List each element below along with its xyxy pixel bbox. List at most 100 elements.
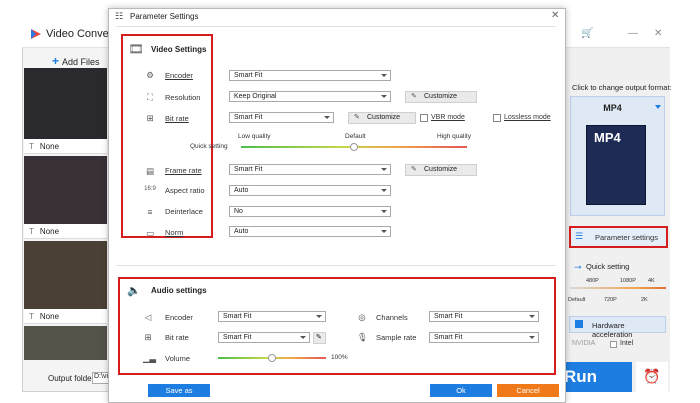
frame-rate-icon: ▤ bbox=[145, 166, 155, 176]
output-format-label: MP4 bbox=[603, 103, 622, 113]
pencil-icon: ✎ bbox=[411, 166, 417, 173]
minimize-icon[interactable]: — bbox=[628, 28, 638, 39]
parameter-settings-label: Parameter settings bbox=[595, 233, 658, 242]
resolution-customize-button[interactable]: ✎ Customize bbox=[405, 91, 477, 103]
microphone-icon: 🎙 bbox=[357, 332, 368, 342]
quick-tick-1080p: 1080P bbox=[620, 278, 636, 284]
aspect-ratio-select[interactable]: Auto bbox=[229, 185, 391, 196]
sliders-icon: ☰ bbox=[575, 231, 584, 241]
section-divider bbox=[116, 265, 556, 266]
subtitle-none: None bbox=[39, 227, 60, 236]
video-thumbnail[interactable] bbox=[24, 241, 107, 309]
video-bitrate-select[interactable]: Smart Fit bbox=[229, 112, 334, 123]
customize-label: Customize bbox=[424, 166, 458, 173]
hardware-acceleration-checkbox[interactable] bbox=[575, 320, 583, 328]
lossless-mode-checkbox[interactable] bbox=[493, 114, 501, 122]
aspect-ratio-icon: 16:9 bbox=[144, 186, 156, 192]
lossless-mode-label[interactable]: Lossless mode bbox=[504, 114, 551, 121]
nvidia-option[interactable]: NVIDIA bbox=[572, 340, 595, 347]
channels-label: Channels bbox=[376, 313, 408, 322]
audio-bitrate-label: Bit rate bbox=[165, 333, 189, 342]
video-thumbnail[interactable] bbox=[24, 68, 107, 139]
list-item[interactable]: T None bbox=[24, 139, 107, 154]
close-icon[interactable]: ✕ bbox=[551, 10, 559, 21]
resolution-value: Keep Original bbox=[234, 93, 277, 100]
default-quality-label: Default bbox=[345, 133, 366, 140]
bitrate-customize-button[interactable]: ✎ Customize bbox=[348, 112, 416, 124]
hardware-acceleration-label: Hardware acceleration bbox=[592, 321, 633, 339]
video-encoder-label: Encoder bbox=[165, 71, 193, 80]
channels-icon: ◎ bbox=[358, 312, 366, 322]
quick-setting-slider[interactable] bbox=[570, 287, 666, 289]
audio-settings-title: Audio settings bbox=[151, 286, 207, 295]
cancel-button[interactable]: Cancel bbox=[497, 384, 559, 397]
quick-setting-icon: ⊸ bbox=[574, 262, 582, 272]
close-main-icon[interactable]: ✕ bbox=[654, 28, 662, 39]
sample-rate-value: Smart Fit bbox=[434, 334, 463, 341]
pencil-icon: ✎ bbox=[354, 114, 360, 121]
subtitle-none: None bbox=[39, 312, 60, 321]
quick-setting-label: Quick setting bbox=[190, 143, 228, 150]
subtitle-none: None bbox=[39, 142, 60, 151]
quick-setting-label: Quick setting bbox=[586, 262, 630, 271]
ok-button[interactable]: Ok bbox=[430, 384, 492, 397]
volume-label: Volume bbox=[165, 354, 191, 363]
vbr-mode-checkbox[interactable] bbox=[420, 114, 428, 122]
audio-bitrate-select[interactable]: Smart Fit bbox=[218, 332, 310, 343]
deinterlace-value: No bbox=[234, 208, 243, 215]
audio-bitrate-edit-button[interactable]: ✎ bbox=[313, 332, 326, 344]
list-item[interactable]: T None bbox=[24, 224, 107, 239]
audio-bitrate-value: Smart Fit bbox=[223, 334, 252, 341]
vbr-mode-label[interactable]: VBR mode bbox=[431, 114, 465, 121]
add-files-label: Add Files bbox=[62, 57, 100, 67]
text-icon: T bbox=[29, 227, 34, 236]
video-thumbnail[interactable] bbox=[24, 326, 107, 360]
norm-icon: ▭ bbox=[145, 228, 155, 238]
sample-rate-select[interactable]: Smart Fit bbox=[429, 332, 539, 343]
add-files-button[interactable]: + Add Files bbox=[52, 54, 100, 68]
aspect-ratio-value: Auto bbox=[234, 187, 249, 194]
hardware-acceleration-toggle[interactable]: Hardware acceleration bbox=[569, 316, 666, 339]
volume-slider-knob[interactable] bbox=[268, 354, 276, 362]
deinterlace-icon: ≡ bbox=[147, 207, 153, 217]
channels-value: Smart Fit bbox=[434, 313, 463, 320]
cart-icon[interactable]: 🛒 bbox=[581, 28, 593, 39]
deinterlace-select[interactable]: No bbox=[229, 206, 391, 217]
resolution-label: Resolution bbox=[165, 93, 201, 102]
video-settings-icon: 🎞 bbox=[128, 42, 144, 56]
audio-encoder-value: Smart Fit bbox=[223, 313, 252, 320]
norm-select[interactable]: Auto bbox=[229, 226, 391, 237]
intel-checkbox[interactable] bbox=[610, 341, 617, 348]
video-encoder-select[interactable]: Smart Fit bbox=[229, 70, 391, 81]
quality-slider-knob[interactable] bbox=[350, 143, 358, 151]
save-as-button[interactable]: Save as bbox=[148, 384, 210, 397]
aspect-ratio-label: Aspect ratio bbox=[165, 186, 205, 195]
frame-rate-customize-button[interactable]: ✎ Customize bbox=[405, 164, 477, 176]
resolution-select[interactable]: Keep Original bbox=[229, 91, 391, 102]
run-label: Run bbox=[564, 367, 598, 386]
frame-rate-select[interactable]: Smart Fit bbox=[229, 164, 391, 175]
sample-rate-label: Sample rate bbox=[376, 333, 417, 342]
list-item[interactable]: T None bbox=[24, 309, 107, 324]
low-quality-label: Low quality bbox=[238, 133, 271, 140]
parameter-settings-button[interactable]: Parameter settings bbox=[569, 226, 668, 248]
video-encoder-value: Smart Fit bbox=[234, 72, 263, 79]
intel-option[interactable]: Intel bbox=[620, 340, 633, 347]
frame-rate-label: Frame rate bbox=[165, 166, 202, 175]
video-thumbnail[interactable] bbox=[24, 156, 107, 224]
resolution-icon: ⛶ bbox=[147, 92, 153, 102]
alarm-clock-icon[interactable]: ⏰ bbox=[636, 362, 668, 392]
bitrate-icon: ⊞ bbox=[146, 113, 154, 123]
volume-value: 100% bbox=[331, 354, 348, 361]
plus-icon: + bbox=[52, 54, 60, 68]
audio-bitrate-icon: ⊞ bbox=[144, 332, 152, 342]
audio-encoder-select[interactable]: Smart Fit bbox=[218, 311, 326, 322]
channels-select[interactable]: Smart Fit bbox=[429, 311, 539, 322]
chevron-down-icon[interactable] bbox=[655, 105, 661, 109]
video-bitrate-label: Bit rate bbox=[165, 114, 189, 123]
video-settings-title: Video Settings bbox=[151, 45, 207, 54]
audio-encoder-label: Encoder bbox=[165, 313, 193, 322]
settings-sliders-icon: ☷ bbox=[115, 11, 124, 21]
customize-label: Customize bbox=[424, 93, 458, 100]
quick-tick-default: Default bbox=[568, 297, 586, 303]
